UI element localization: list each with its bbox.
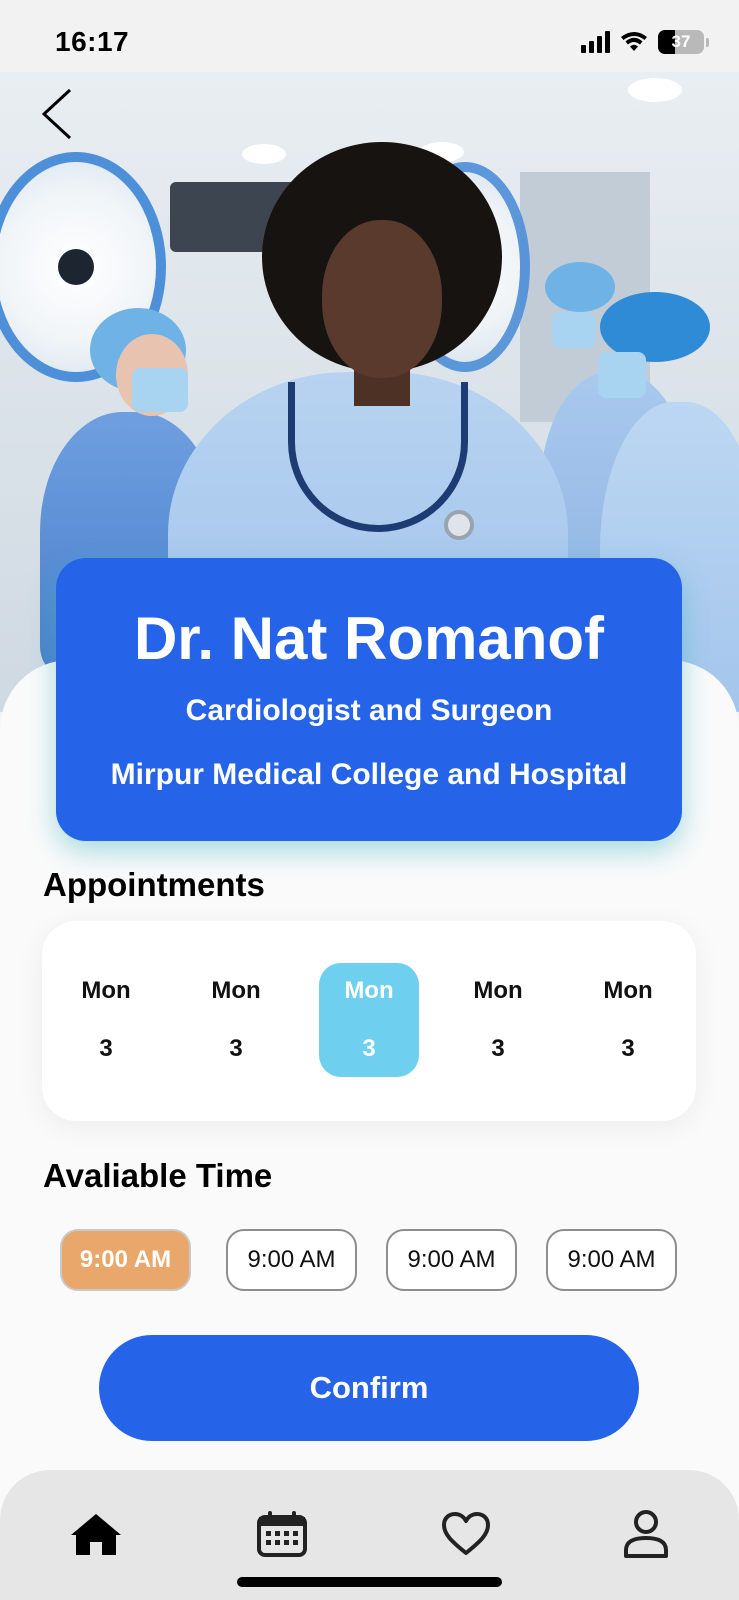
calendar-icon (257, 1511, 307, 1557)
chevron-left-icon (41, 88, 72, 140)
doctor-name: Dr. Nat Romanof (133, 605, 605, 672)
cellular-signal-icon (581, 31, 610, 53)
wifi-icon (621, 32, 647, 51)
date-number: 3 (491, 1035, 505, 1062)
time-slot-selected[interactable]: 9:00 AM (60, 1229, 191, 1291)
tab-home[interactable] (66, 1504, 126, 1564)
tab-calendar[interactable] (252, 1504, 312, 1564)
available-time-title: Avaliable Time (43, 1157, 273, 1194)
profile-icon (624, 1510, 668, 1558)
time-slot[interactable]: 9:00 AM (546, 1229, 677, 1291)
date-day: Mon (473, 977, 523, 1004)
date-day: Mon (603, 977, 653, 1004)
date-item[interactable]: Mon 3 (578, 963, 678, 1077)
time-slot[interactable]: 9:00 AM (226, 1229, 357, 1291)
battery-level: 37 (671, 32, 691, 51)
back-button[interactable] (36, 86, 80, 142)
date-number: 3 (362, 1035, 376, 1062)
time-slot[interactable]: 9:00 AM (386, 1229, 517, 1291)
doctor-hospital: Mirpur Medical College and Hospital (110, 758, 628, 791)
appointments-title: Appointments (43, 866, 265, 903)
date-item[interactable]: Mon 3 (186, 963, 286, 1077)
date-number: 3 (229, 1035, 243, 1062)
date-day: Mon (81, 977, 131, 1004)
date-day: Mon (344, 977, 394, 1004)
date-day: Mon (211, 977, 261, 1004)
date-item[interactable]: Mon 3 (448, 963, 548, 1077)
tab-favorites[interactable] (436, 1504, 496, 1564)
date-item-selected[interactable]: Mon 3 (319, 963, 419, 1077)
home-indicator (237, 1577, 502, 1587)
doctor-info-card: Dr. Nat Romanof Cardiologist and Surgeon… (56, 558, 682, 841)
battery-icon: 37 (658, 30, 704, 54)
doctor-specialty: Cardiologist and Surgeon (185, 694, 553, 727)
date-number: 3 (621, 1035, 635, 1062)
status-time: 16:17 (55, 26, 130, 57)
status-bar: 16:17 37 (0, 0, 739, 72)
date-item[interactable]: Mon 3 (56, 963, 156, 1077)
home-icon (71, 1514, 121, 1555)
date-selector: Mon 3 Mon 3 Mon 3 Mon 3 Mon 3 (42, 921, 696, 1121)
tab-profile[interactable] (616, 1504, 676, 1564)
status-icons: 37 (581, 30, 709, 54)
confirm-button[interactable]: Confirm (99, 1335, 639, 1441)
heart-icon (442, 1512, 490, 1555)
date-number: 3 (99, 1035, 113, 1062)
